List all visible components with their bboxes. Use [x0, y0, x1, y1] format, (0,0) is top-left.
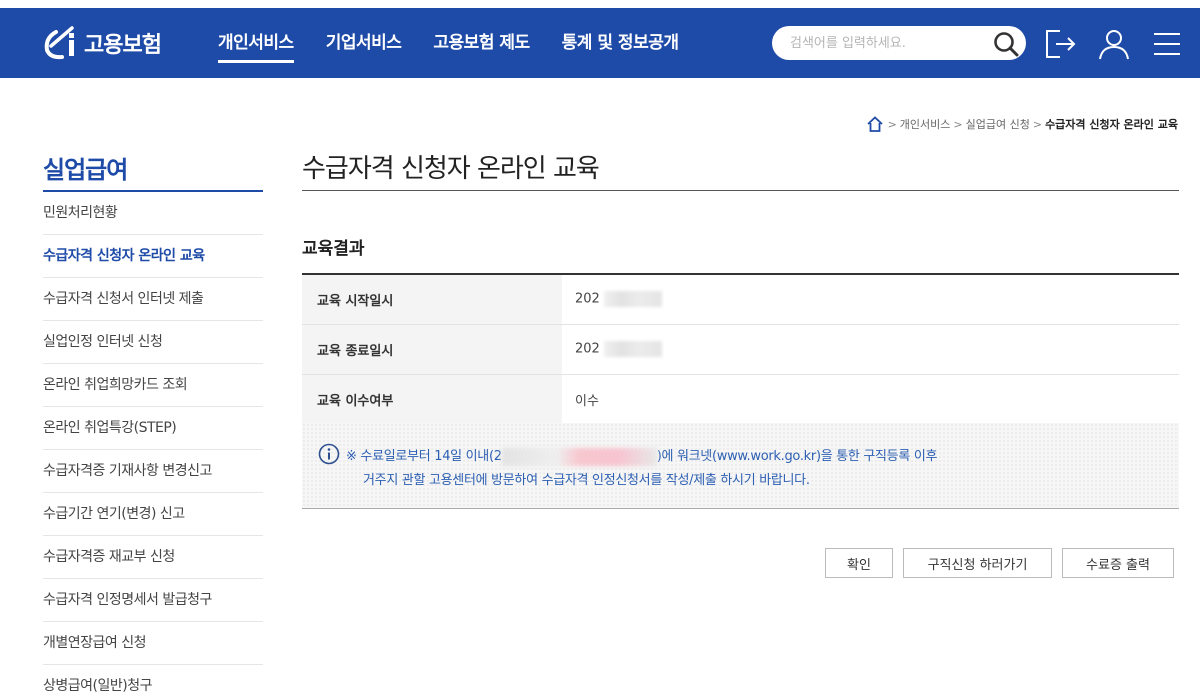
confirm-button[interactable]: 확인 — [825, 548, 893, 578]
row-label-start: 교육 시작일시 — [302, 274, 562, 325]
search-icon[interactable] — [990, 29, 1026, 57]
sidebar-menu: 민원처리현황 수급자격 신청자 온라인 교육 수급자격 신청서 인터넷 제출 실… — [43, 192, 263, 700]
sidebar: 실업급여 민원처리현황 수급자격 신청자 온라인 교육 수급자격 신청서 인터넷… — [43, 150, 263, 700]
nav-personal-service[interactable]: 개인서비스 — [218, 8, 294, 78]
sidebar-item-job-hope-card[interactable]: 온라인 취업희망카드 조회 — [43, 364, 263, 407]
row-value-end: 202 — [562, 324, 1179, 375]
nav-business-service[interactable]: 기업서비스 — [326, 8, 402, 78]
row-label-completion: 교육 이수여부 — [302, 374, 562, 425]
logout-icon[interactable] — [1044, 28, 1078, 60]
top-header: 고용보험 개인서비스 기업서비스 고용보험 제도 통계 및 정보공개 — [0, 8, 1200, 78]
notice-text-prefix: ※ 수료일로부터 14일 이내(2 — [346, 449, 502, 464]
breadcrumb-current: 수급자격 신청자 온라인 교육 — [1045, 118, 1178, 131]
redacted-area — [603, 291, 662, 308]
sidebar-item-unemployment-recognition[interactable]: 실업인정 인터넷 신청 — [43, 321, 263, 364]
notice-text-suffix: )에 워크넷(www.work.go.kr)을 통한 구직등록 이후 — [656, 449, 938, 464]
breadcrumb-separator: > — [953, 117, 963, 131]
page-title: 수급자격 신청자 온라인 교육 — [302, 148, 1179, 191]
nav-insurance-system[interactable]: 고용보험 제도 — [433, 8, 530, 78]
start-datetime-value: 202 — [575, 291, 600, 307]
job-search-button[interactable]: 구직신청 하러가기 — [903, 548, 1052, 578]
info-icon — [318, 443, 340, 465]
sidebar-item-statement-request[interactable]: 수급자격 인정명세서 발급청구 — [43, 579, 263, 622]
breadcrumb-separator: > — [1032, 117, 1043, 131]
home-icon[interactable] — [866, 116, 884, 132]
search-box — [772, 26, 1026, 60]
redacted-area — [603, 341, 662, 357]
sidebar-item-extended-benefit[interactable]: 개별연장급여 신청 — [43, 622, 263, 665]
main-nav: 개인서비스 기업서비스 고용보험 제도 통계 및 정보공개 — [218, 8, 711, 78]
breadcrumb-separator: > — [887, 117, 897, 131]
breadcrumb: > 개인서비스 > 실업급여 신청 > 수급자격 신청자 온라인 교육 — [866, 116, 1178, 132]
menu-icon[interactable] — [1150, 28, 1184, 60]
completion-status-value: 이수 — [562, 374, 1179, 425]
sidebar-item-change-report[interactable]: 수급자격증 기재사항 변경신고 — [43, 450, 263, 493]
notice-text-line1: ※ 수료일로부터 14일 이내(2 )에 워크넷(www.work.go.kr)을… — [346, 445, 937, 466]
sidebar-item-sickness-benefit[interactable]: 상병급여(일반)청구 — [43, 665, 263, 700]
sidebar-item-reissue[interactable]: 수급자격증 재교부 신청 — [43, 536, 263, 579]
table-row: 교육 이수여부 이수 — [302, 374, 1179, 425]
nav-statistics[interactable]: 통계 및 정보공개 — [562, 8, 679, 78]
logo[interactable]: 고용보험 — [42, 24, 162, 62]
sidebar-item-period-extension[interactable]: 수급기간 연기(변경) 신고 — [43, 493, 263, 536]
user-icon[interactable] — [1097, 28, 1131, 60]
row-label-end: 교육 종료일시 — [302, 324, 562, 375]
sidebar-item-online-education[interactable]: 수급자격 신청자 온라인 교육 — [43, 235, 263, 278]
logo-icon — [44, 26, 74, 60]
logo-text: 고용보험 — [84, 33, 162, 58]
breadcrumb-item[interactable]: 실업급여 신청 — [966, 116, 1030, 132]
row-value-start: 202 — [562, 274, 1179, 325]
education-result-table: 교육 시작일시 202 교육 종료일시 202 교육 이수여부 이수 — [302, 273, 1179, 425]
sidebar-item-complaint-status[interactable]: 민원처리현황 — [43, 192, 263, 235]
notice-text-line2: 거주지 관할 고용센터에 방문하여 수급자격 인정신청서를 작성/제출 하시기 … — [363, 473, 810, 488]
sidebar-item-step-lecture[interactable]: 온라인 취업특강(STEP) — [43, 407, 263, 450]
redacted-area — [501, 447, 657, 466]
end-datetime-value: 202 — [575, 341, 600, 357]
print-certificate-button[interactable]: 수료증 출력 — [1062, 548, 1174, 578]
section-title: 교육결과 — [302, 239, 365, 259]
sidebar-title: 실업급여 — [43, 150, 263, 192]
breadcrumb-item[interactable]: 개인서비스 — [900, 116, 951, 132]
table-row: 교육 종료일시 202 — [302, 324, 1179, 375]
search-input[interactable] — [790, 33, 980, 53]
table-row: 교육 시작일시 202 — [302, 274, 1179, 325]
sidebar-item-application-submit[interactable]: 수급자격 신청서 인터넷 제출 — [43, 278, 263, 321]
notice-box: ※ 수료일로부터 14일 이내(2 )에 워크넷(www.work.go.kr)을… — [302, 423, 1179, 509]
